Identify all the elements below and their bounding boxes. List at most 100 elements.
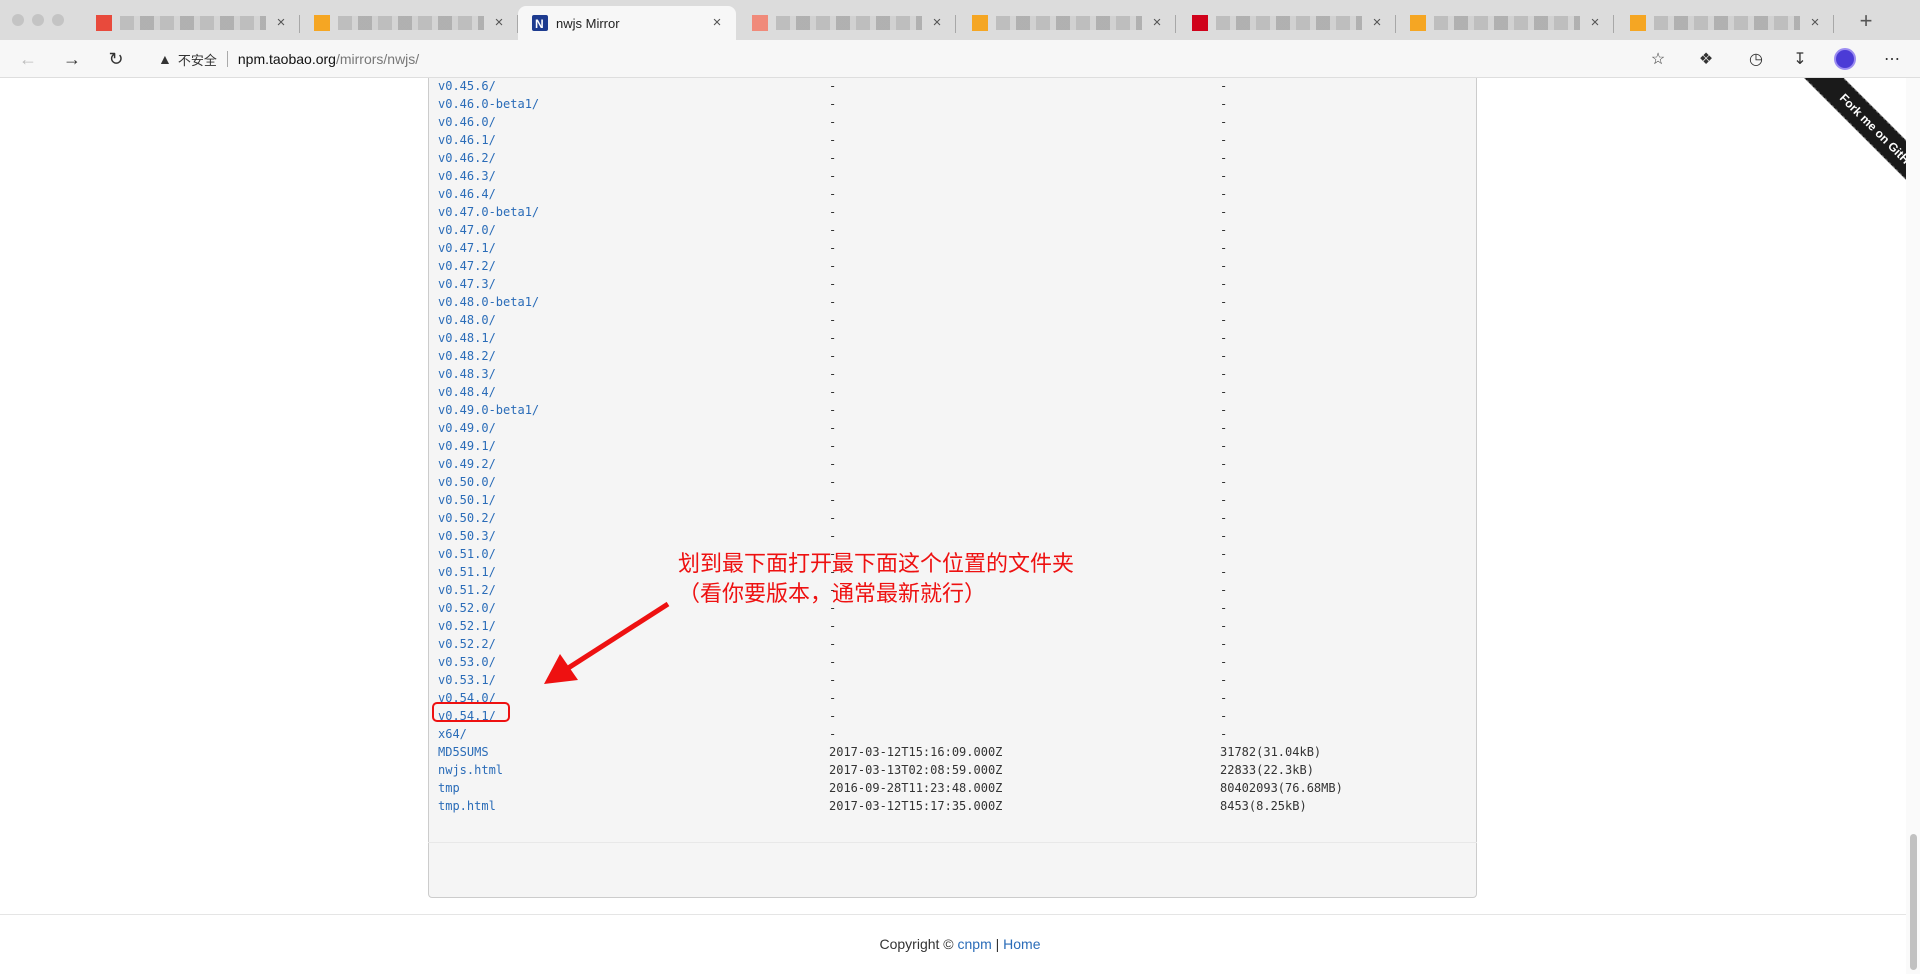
listing-link[interactable]: v0.51.2/: [438, 581, 496, 599]
listing-link[interactable]: v0.50.2/: [438, 509, 496, 527]
address-divider: [226, 51, 228, 67]
listing-row: v0.50.2/ - -: [438, 509, 1468, 527]
listing-link[interactable]: v0.48.2/: [438, 347, 496, 365]
browser-tab[interactable]: ×: [1178, 6, 1396, 40]
listing-link[interactable]: x64/: [438, 725, 467, 743]
browser-tab[interactable]: ×: [958, 6, 1176, 40]
listing-link[interactable]: v0.50.1/: [438, 491, 496, 509]
tab-close-icon[interactable]: ×: [1368, 14, 1386, 32]
listing-row: v0.47.3/ - -: [438, 275, 1468, 293]
window-close-dot[interactable]: [12, 14, 24, 26]
window-minimize-dot[interactable]: [32, 14, 44, 26]
tab-close-icon[interactable]: ×: [928, 14, 946, 32]
listing-link[interactable]: v0.49.1/: [438, 437, 496, 455]
listing-link[interactable]: v0.51.0/: [438, 545, 496, 563]
browser-tab[interactable]: ×: [1616, 6, 1834, 40]
annotation-arrow-head: [544, 654, 578, 684]
listing-link[interactable]: v0.53.1/: [438, 671, 496, 689]
tab-close-icon[interactable]: ×: [272, 14, 290, 32]
profile-avatar[interactable]: [1834, 48, 1856, 70]
listing-size: -: [1220, 601, 1228, 615]
listing-link[interactable]: v0.52.2/: [438, 635, 496, 653]
tab-close-icon[interactable]: ×: [1148, 14, 1166, 32]
listing-link[interactable]: v0.47.0-beta1/: [438, 203, 539, 221]
listing-link[interactable]: v0.52.0/: [438, 599, 496, 617]
listing-date: -: [829, 727, 837, 741]
listing-link[interactable]: v0.46.0/: [438, 113, 496, 131]
address-bar[interactable]: ▲ 不安全 npm.taobao.org/mirrors/nwjs/: [146, 45, 1666, 73]
listing-size: -: [1220, 97, 1228, 111]
listing-link[interactable]: v0.47.3/: [438, 275, 496, 293]
tab-close-icon[interactable]: ×: [708, 14, 726, 32]
listing-row: v0.49.0/ - -: [438, 419, 1468, 437]
listing-link[interactable]: v0.46.3/: [438, 167, 496, 185]
listing-row: v0.45.6/ - -: [438, 78, 1468, 95]
reload-icon[interactable]: ↻: [102, 45, 130, 73]
listing-size: -: [1220, 493, 1228, 507]
listing-link[interactable]: v0.47.2/: [438, 257, 496, 275]
browser-tab[interactable]: ×: [300, 6, 518, 40]
forward-icon[interactable]: →: [58, 45, 86, 73]
listing-date: -: [829, 529, 837, 543]
listing-link[interactable]: v0.50.3/: [438, 527, 496, 545]
listing-link[interactable]: tmp: [438, 779, 460, 797]
listing-row: v0.47.1/ - -: [438, 239, 1468, 257]
annotation-arrow-shaft: [560, 601, 670, 675]
listing-link[interactable]: v0.45.6/: [438, 78, 496, 95]
listing-link[interactable]: v0.48.3/: [438, 365, 496, 383]
tab-close-icon[interactable]: ×: [1806, 14, 1824, 32]
tab-close-icon[interactable]: ×: [490, 14, 508, 32]
listing-link[interactable]: tmp.html: [438, 797, 496, 815]
listing-size: -: [1220, 295, 1228, 309]
browser-tab[interactable]: ×: [82, 6, 300, 40]
listing-row: v0.46.2/ - -: [438, 149, 1468, 167]
listing-link[interactable]: v0.48.1/: [438, 329, 496, 347]
listing-link[interactable]: v0.47.1/: [438, 239, 496, 257]
browser-tab[interactable]: ×: [1396, 6, 1614, 40]
listing-link[interactable]: v0.53.0/: [438, 653, 496, 671]
extensions-icon[interactable]: ❖: [1692, 45, 1720, 73]
listing-row: v0.46.3/ - -: [438, 167, 1468, 185]
listing-link[interactable]: v0.46.4/: [438, 185, 496, 203]
more-menu-icon[interactable]: ⋯: [1878, 45, 1906, 73]
browser-tab[interactable]: ×: [738, 6, 956, 40]
new-tab-button[interactable]: +: [1852, 7, 1880, 35]
annotation-line-2: （看你要版本，通常最新就行）: [678, 582, 987, 607]
listing-date: -: [829, 295, 837, 309]
listing-size: -: [1220, 205, 1228, 219]
github-ribbon[interactable]: Fork me on GitHub: [1770, 78, 1920, 218]
tab-close-icon[interactable]: ×: [1586, 14, 1604, 32]
listing-link[interactable]: v0.52.1/: [438, 617, 496, 635]
listing-link[interactable]: v0.50.0/: [438, 473, 496, 491]
listing-link[interactable]: v0.46.2/: [438, 149, 496, 167]
history-icon[interactable]: ◷: [1742, 45, 1770, 73]
listing-link[interactable]: v0.51.1/: [438, 563, 496, 581]
scrollbar-thumb[interactable]: [1910, 834, 1917, 970]
footer-home-link[interactable]: Home: [1003, 936, 1040, 952]
listing-link[interactable]: nwjs.html: [438, 761, 503, 779]
footer-cnpm-link[interactable]: cnpm: [958, 936, 992, 952]
window-zoom-dot[interactable]: [52, 14, 64, 26]
listing-link[interactable]: v0.46.1/: [438, 131, 496, 149]
github-ribbon-label[interactable]: Fork me on GitHub: [1785, 78, 1920, 218]
url-host: npm.taobao.org: [237, 51, 336, 67]
listing-size: -: [1220, 619, 1228, 633]
listing-date: -: [829, 457, 837, 471]
listing-link[interactable]: v0.49.0/: [438, 419, 496, 437]
listing-link[interactable]: v0.48.0/: [438, 311, 496, 329]
download-icon[interactable]: ↧: [1786, 45, 1814, 73]
listing-link[interactable]: v0.49.0-beta1/: [438, 401, 539, 419]
listing-size: -: [1220, 241, 1228, 255]
listing-size: -: [1220, 709, 1228, 723]
listing-size: -: [1220, 475, 1228, 489]
back-icon[interactable]: ←: [14, 45, 42, 73]
listing-row: v0.46.4/ - -: [438, 185, 1468, 203]
listing-link[interactable]: v0.46.0-beta1/: [438, 95, 539, 113]
listing-link[interactable]: v0.47.0/: [438, 221, 496, 239]
listing-link[interactable]: v0.48.4/: [438, 383, 496, 401]
listing-link[interactable]: MD5SUMS: [438, 743, 489, 761]
favorite-star-icon[interactable]: ☆: [1644, 45, 1672, 73]
browser-tab[interactable]: Nnwjs Mirror ×: [518, 6, 736, 40]
listing-link[interactable]: v0.49.2/: [438, 455, 496, 473]
listing-link[interactable]: v0.48.0-beta1/: [438, 293, 539, 311]
